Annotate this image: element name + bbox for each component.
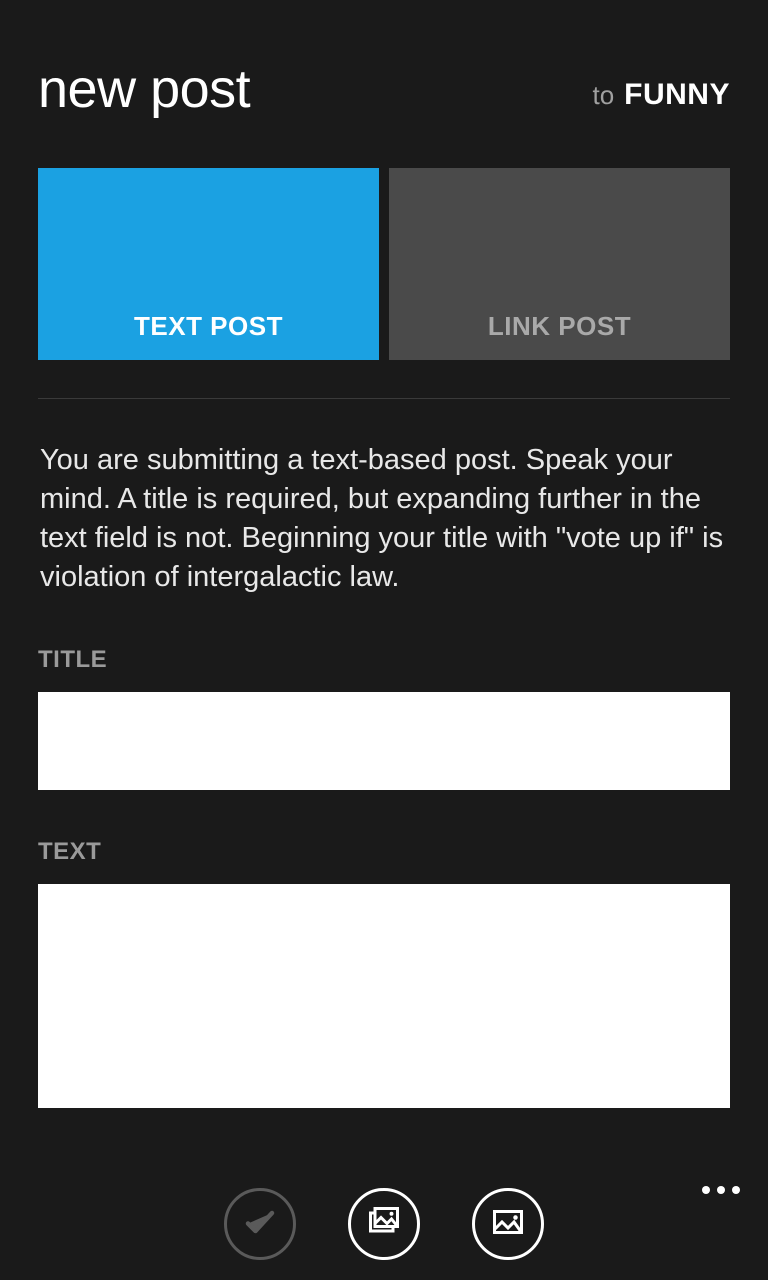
tab-text-post[interactable]: TEXT POST [38, 168, 379, 360]
to-label: to [592, 80, 614, 111]
text-input[interactable] [38, 884, 730, 1108]
more-dot-icon [702, 1186, 710, 1194]
tab-link-post-label: LINK POST [488, 311, 631, 342]
more-button[interactable] [702, 1186, 740, 1194]
post-type-description: You are submitting a text-based post. Sp… [0, 399, 768, 598]
gallery-icon [366, 1204, 402, 1245]
title-input[interactable] [38, 692, 730, 790]
gallery-button[interactable] [348, 1188, 420, 1260]
submit-button[interactable] [224, 1188, 296, 1260]
text-label: TEXT [38, 838, 730, 866]
page-title: new post [38, 58, 250, 120]
destination[interactable]: to FUNNY [592, 78, 730, 120]
tab-link-post[interactable]: LINK POST [389, 168, 730, 360]
more-dot-icon [717, 1186, 725, 1194]
more-dot-icon [732, 1186, 740, 1194]
post-type-tabs: TEXT POST LINK POST [0, 120, 768, 360]
image-icon [490, 1204, 526, 1245]
tab-text-post-label: TEXT POST [134, 311, 283, 342]
header: new post to FUNNY [0, 0, 768, 120]
destination-name: FUNNY [624, 78, 730, 112]
check-icon [242, 1204, 278, 1245]
title-label: TITLE [38, 646, 730, 674]
fields: TITLE TEXT [0, 646, 768, 1113]
appbar [0, 1168, 768, 1280]
image-button[interactable] [472, 1188, 544, 1260]
